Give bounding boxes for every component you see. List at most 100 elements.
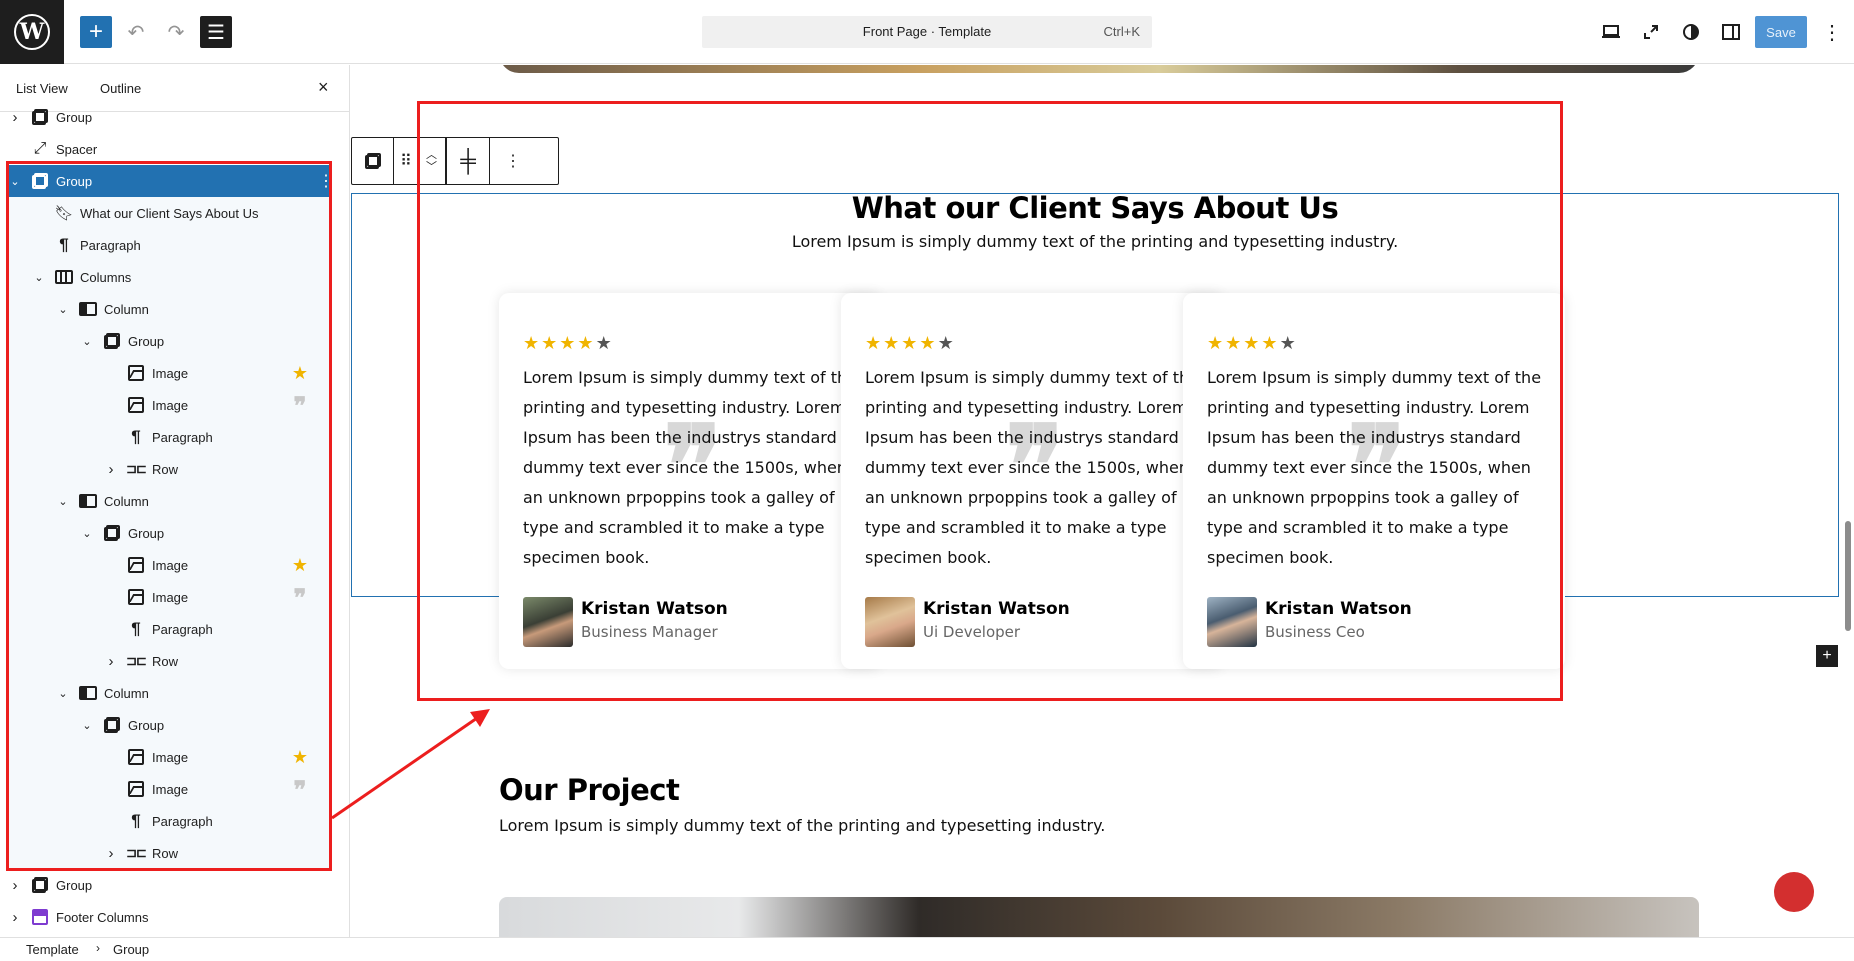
author-name[interactable]: Kristan Watson: [923, 599, 1070, 619]
list-view-item-column[interactable]: ⌄ Column: [6, 485, 332, 517]
list-view-item-label: Paragraph: [152, 813, 213, 829]
star-icon: ★: [523, 333, 542, 353]
avatar[interactable]: [865, 597, 915, 647]
add-block-button[interactable]: +: [80, 16, 112, 48]
block-options-button[interactable]: ⋮: [490, 138, 536, 184]
quote-icon: ❞: [293, 774, 307, 804]
testimonial-card[interactable]: ★★★★★ ❞ Lorem Ipsum is simply dummy text…: [841, 293, 1223, 669]
chevron-down-icon[interactable]: ⌄: [56, 495, 70, 508]
chevron-right-icon[interactable]: ›: [8, 877, 22, 894]
list-view-item-label: Image: [152, 781, 189, 797]
review-text[interactable]: Lorem Ipsum is simply dummy text of the …: [865, 363, 1205, 573]
testimonial-card[interactable]: ★★★★★ ❞ Lorem Ipsum is simply dummy text…: [499, 293, 881, 669]
chevron-down-icon[interactable]: ⌄: [80, 527, 94, 540]
list-view-item-spacer[interactable]: ⤢ Spacer: [0, 133, 336, 165]
list-view-item-paragraph[interactable]: ¶ Paragraph: [6, 421, 332, 453]
testimonials-subheading[interactable]: Lorem Ipsum is simply dummy text of the …: [351, 232, 1839, 251]
command-shortcut: Ctrl+K: [1103, 24, 1140, 39]
author-name[interactable]: Kristan Watson: [1265, 599, 1412, 619]
move-buttons[interactable]: ︿ ﹀: [418, 138, 446, 184]
save-button[interactable]: Save: [1755, 16, 1807, 48]
scrollbar[interactable]: [1842, 65, 1854, 937]
list-view-item-group[interactable]: ⌄ Group: [6, 709, 332, 741]
options-button[interactable]: ⋮: [1816, 16, 1848, 48]
list-view-item-what-our-client-says-about-us[interactable]: 🔖︎ What our Client Says About Us: [6, 197, 332, 229]
list-view-item-label: Group: [128, 717, 165, 733]
list-view-item-group[interactable]: ⌄ Group: [6, 517, 332, 549]
project-heading[interactable]: Our Project: [499, 773, 680, 807]
list-view-item-group[interactable]: ⌄ Group: [6, 325, 332, 357]
command-palette-bar[interactable]: Front Page · Template Ctrl+K: [702, 16, 1152, 48]
testimonial-card[interactable]: ★★★★★ ❞ Lorem Ipsum is simply dummy text…: [1183, 293, 1565, 669]
chevron-down-icon[interactable]: ﹀: [426, 161, 437, 173]
review-text[interactable]: Lorem Ipsum is simply dummy text of the …: [523, 363, 863, 573]
undo-button[interactable]: ↶: [120, 16, 152, 48]
author-role[interactable]: Ui Developer: [923, 623, 1020, 641]
chat-widget-button[interactable]: [1774, 872, 1814, 912]
list-view-item-column[interactable]: ⌄ Column: [6, 677, 332, 709]
testimonials-heading[interactable]: What our Client Says About Us: [351, 191, 1839, 225]
block-type-button[interactable]: [352, 138, 394, 184]
more-vertical-icon[interactable]: ⋮: [318, 171, 334, 191]
list-view-item-group[interactable]: ⌄ Group ⋮: [6, 165, 334, 197]
settings-button[interactable]: [1715, 16, 1747, 48]
list-view-item-image[interactable]: Image ❞: [6, 389, 332, 421]
list-view-item-image[interactable]: Image ★: [6, 741, 332, 773]
list-view-item-paragraph[interactable]: ¶ Paragraph: [6, 613, 332, 645]
view-site-button[interactable]: [1635, 16, 1667, 48]
list-view-item-footer-columns[interactable]: › Footer Columns: [0, 901, 336, 933]
list-view-item-row[interactable]: › ⊐⊏ Row: [6, 453, 332, 485]
list-view-item-row[interactable]: › ⊐⊏ Row: [6, 837, 332, 869]
tab-outline[interactable]: Outline: [100, 81, 141, 96]
list-view-item-row[interactable]: › ⊐⊏ Row: [6, 645, 332, 677]
breadcrumb-item-template[interactable]: Template: [26, 942, 79, 957]
chevron-up-icon[interactable]: ︿: [426, 149, 437, 161]
list-view-item-paragraph[interactable]: ¶ Paragraph: [6, 229, 332, 261]
chevron-down-icon[interactable]: ⌄: [56, 687, 70, 700]
list-view-item-group[interactable]: › Group: [0, 101, 336, 133]
scrollbar-thumb[interactable]: [1845, 521, 1851, 631]
chevron-down-icon[interactable]: ⌄: [56, 303, 70, 316]
wordpress-logo-button[interactable]: W: [0, 0, 64, 64]
spacer-icon: ⤢: [33, 140, 47, 157]
author-role[interactable]: Business Manager: [581, 623, 718, 641]
image-icon: [126, 747, 146, 767]
breadcrumb-item-group[interactable]: Group: [113, 942, 149, 957]
list-view-item-column[interactable]: ⌄ Column: [6, 293, 332, 325]
redo-button[interactable]: ↷: [160, 16, 192, 48]
document-overview-button[interactable]: ☰: [200, 16, 232, 48]
project-image[interactable]: [499, 897, 1699, 937]
chevron-down-icon[interactable]: ⌄: [80, 719, 94, 732]
styles-button[interactable]: [1675, 16, 1707, 48]
avatar[interactable]: [523, 597, 573, 647]
chevron-right-icon[interactable]: ›: [8, 909, 22, 926]
device-preview-button[interactable]: [1595, 16, 1627, 48]
list-view-item-image[interactable]: Image ❞: [6, 581, 332, 613]
avatar[interactable]: [1207, 597, 1257, 647]
list-view-item-paragraph[interactable]: ¶ Paragraph: [6, 805, 332, 837]
list-view-item-group[interactable]: › Group: [0, 869, 336, 901]
list-view-item-image[interactable]: Image ★: [6, 549, 332, 581]
close-icon[interactable]: ×: [318, 77, 329, 98]
chevron-right-icon[interactable]: ›: [104, 845, 118, 862]
author-role[interactable]: Business Ceo: [1265, 623, 1365, 641]
chevron-right-icon[interactable]: ›: [104, 461, 118, 478]
list-view-item-image[interactable]: Image ❞: [6, 773, 332, 805]
chevron-down-icon[interactable]: ⌄: [8, 175, 22, 188]
project-subheading[interactable]: Lorem Ipsum is simply dummy text of the …: [499, 816, 1105, 835]
list-view-item-image[interactable]: Image ★: [6, 357, 332, 389]
list-view-item-label: Image: [152, 557, 189, 573]
list-view-item-columns[interactable]: ⌄ Columns: [6, 261, 332, 293]
chevron-right-icon[interactable]: ›: [8, 109, 22, 126]
add-block-inline-button[interactable]: +: [1816, 645, 1838, 667]
chevron-down-icon[interactable]: ⌄: [32, 271, 46, 284]
list-view-item-label: Row: [152, 461, 179, 477]
chevron-down-icon[interactable]: ⌄: [80, 335, 94, 348]
author-name[interactable]: Kristan Watson: [581, 599, 728, 619]
drag-handle[interactable]: ⠿: [394, 138, 418, 184]
justification-button[interactable]: ╪: [446, 138, 490, 184]
tab-list-view[interactable]: List View: [16, 81, 68, 96]
star-icon: ★: [559, 333, 578, 353]
review-text[interactable]: Lorem Ipsum is simply dummy text of the …: [1207, 363, 1547, 573]
chevron-right-icon[interactable]: ›: [104, 653, 118, 670]
